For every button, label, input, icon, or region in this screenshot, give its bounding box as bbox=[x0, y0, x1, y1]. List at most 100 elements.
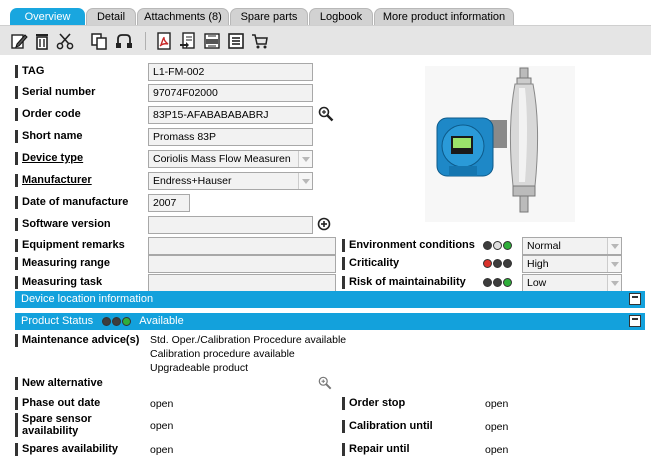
manufacturer-value: Endress+Hauser bbox=[153, 175, 232, 187]
environment-traffic-light bbox=[483, 239, 513, 251]
new-alternative-label: New alternative bbox=[15, 377, 103, 390]
status-grey-dot bbox=[483, 277, 492, 287]
link-icon[interactable] bbox=[115, 32, 133, 50]
chevron-down-icon[interactable] bbox=[298, 173, 312, 189]
add-icon[interactable] bbox=[317, 217, 331, 231]
tab-overview[interactable]: Overview bbox=[10, 8, 85, 25]
criticality-value: High bbox=[527, 258, 549, 270]
collapse-toggle-icon[interactable] bbox=[629, 315, 641, 327]
manufacturer-select[interactable]: Endress+Hauser bbox=[148, 172, 313, 190]
pdf-icon[interactable] bbox=[155, 32, 173, 50]
calibration-until-label: Calibration until bbox=[342, 420, 433, 433]
chevron-down-icon[interactable] bbox=[607, 275, 621, 291]
environment-conditions-label: Environment conditions bbox=[342, 239, 475, 252]
manufacturer-label[interactable]: Manufacturer bbox=[15, 174, 92, 187]
cart-icon[interactable] bbox=[251, 32, 269, 50]
device-location-title: Device location information bbox=[21, 293, 154, 305]
status-grey-dot bbox=[112, 316, 122, 326]
order-stop-value: open bbox=[485, 398, 509, 410]
flowmeter-image bbox=[436, 67, 539, 213]
list-icon[interactable] bbox=[227, 32, 245, 50]
equipment-remarks-field[interactable] bbox=[148, 237, 336, 255]
short-name-field[interactable]: Promass 83P bbox=[148, 128, 313, 146]
copy-icon[interactable] bbox=[90, 32, 108, 50]
measuring-task-label: Measuring task bbox=[15, 276, 102, 289]
spares-availability-value: open bbox=[150, 444, 174, 456]
tag-label: TAG bbox=[15, 65, 44, 78]
status-grey-dot bbox=[493, 277, 502, 287]
measuring-range-field[interactable] bbox=[148, 255, 336, 273]
serial-number-field[interactable]: 97074F02000 bbox=[148, 84, 313, 102]
xml-icon[interactable] bbox=[203, 32, 221, 50]
tab-detail[interactable]: Detail bbox=[86, 8, 136, 25]
spares-availability-label: Spares availability bbox=[15, 443, 118, 456]
tab-attachments[interactable]: Attachments (8) bbox=[137, 8, 229, 25]
zoom-icon[interactable] bbox=[318, 376, 332, 390]
spare-sensor-availability-value: open bbox=[150, 420, 174, 432]
environment-value: Normal bbox=[527, 240, 561, 252]
chevron-down-icon[interactable] bbox=[298, 151, 312, 167]
manufacturer-link[interactable]: Manufacturer bbox=[22, 174, 92, 186]
tab-bar: Overview Detail Attachments (8) Spare pa… bbox=[0, 0, 651, 25]
maintenance-advice-label: Maintenance advice(s) bbox=[15, 334, 139, 347]
criticality-select[interactable]: High bbox=[522, 255, 622, 273]
device-type-select[interactable]: Coriolis Mass Flow Measuren bbox=[148, 150, 313, 168]
order-code-field[interactable]: 83P15-AFABABABABRJ bbox=[148, 106, 313, 124]
status-grey-dot bbox=[503, 258, 512, 268]
risk-of-maintainability-label: Risk of maintainability bbox=[342, 276, 466, 289]
toolbar-separator bbox=[145, 32, 146, 50]
product-image bbox=[425, 66, 575, 222]
device-type-label[interactable]: Device type bbox=[15, 152, 83, 165]
status-red-dot bbox=[483, 258, 492, 268]
measuring-range-label: Measuring range bbox=[15, 257, 110, 270]
device-type-value: Coriolis Mass Flow Measuren bbox=[153, 153, 291, 165]
status-green-dot bbox=[503, 277, 512, 287]
export-icon[interactable] bbox=[179, 32, 197, 50]
software-version-field[interactable] bbox=[148, 216, 313, 234]
date-of-manufacture-field[interactable]: 2007 bbox=[148, 194, 190, 212]
tag-field[interactable]: L1-FM-002 bbox=[148, 63, 313, 81]
maintenance-advice-line: Calibration procedure available bbox=[150, 348, 295, 360]
software-version-label: Software version bbox=[15, 218, 111, 231]
chevron-down-icon[interactable] bbox=[607, 256, 621, 272]
phase-out-date-label: Phase out date bbox=[15, 397, 100, 410]
order-stop-label: Order stop bbox=[342, 397, 405, 410]
risk-value: Low bbox=[527, 277, 547, 289]
short-name-label: Short name bbox=[15, 130, 83, 143]
risk-select[interactable]: Low bbox=[522, 274, 622, 292]
environment-select[interactable]: Normal bbox=[522, 237, 622, 255]
toolbar bbox=[0, 25, 651, 55]
collapse-toggle-icon[interactable] bbox=[629, 293, 641, 305]
maintenance-advice-line: Upgradeable product bbox=[150, 362, 249, 374]
criticality-traffic-light bbox=[483, 257, 513, 269]
criticality-label: Criticality bbox=[342, 257, 399, 270]
device-location-bar[interactable]: Device location information bbox=[15, 291, 645, 308]
phase-out-date-value: open bbox=[150, 398, 174, 410]
calibration-until-value: open bbox=[485, 421, 509, 433]
product-status-value: Available bbox=[139, 315, 184, 327]
status-green-dot bbox=[503, 240, 512, 250]
cut-icon[interactable] bbox=[56, 32, 74, 50]
zoom-icon[interactable] bbox=[318, 106, 334, 122]
status-grey-dot bbox=[102, 316, 112, 326]
chevron-down-icon[interactable] bbox=[607, 238, 621, 254]
product-status-bar[interactable]: Product Status Available bbox=[15, 313, 645, 330]
tab-logbook[interactable]: Logbook bbox=[309, 8, 373, 25]
delete-icon[interactable] bbox=[33, 32, 51, 50]
order-code-label: Order code bbox=[15, 108, 81, 121]
status-grey-dot bbox=[493, 240, 502, 250]
maintenance-advice-line: Std. Oper./Calibration Procedure availab… bbox=[150, 334, 347, 346]
measuring-task-field[interactable] bbox=[148, 274, 336, 292]
tab-spare-parts[interactable]: Spare parts bbox=[230, 8, 308, 25]
risk-traffic-light bbox=[483, 276, 513, 288]
repair-until-value: open bbox=[485, 444, 509, 456]
product-status-title: Product Status bbox=[21, 315, 94, 327]
edit-icon[interactable] bbox=[10, 32, 28, 50]
tab-more-product-information[interactable]: More product information bbox=[374, 8, 514, 25]
device-type-link[interactable]: Device type bbox=[22, 152, 83, 164]
serial-number-label: Serial number bbox=[15, 86, 95, 99]
repair-until-label: Repair until bbox=[342, 443, 410, 456]
product-status-traffic-light bbox=[102, 315, 135, 327]
status-green-dot bbox=[122, 316, 132, 326]
status-grey-dot bbox=[493, 258, 502, 268]
